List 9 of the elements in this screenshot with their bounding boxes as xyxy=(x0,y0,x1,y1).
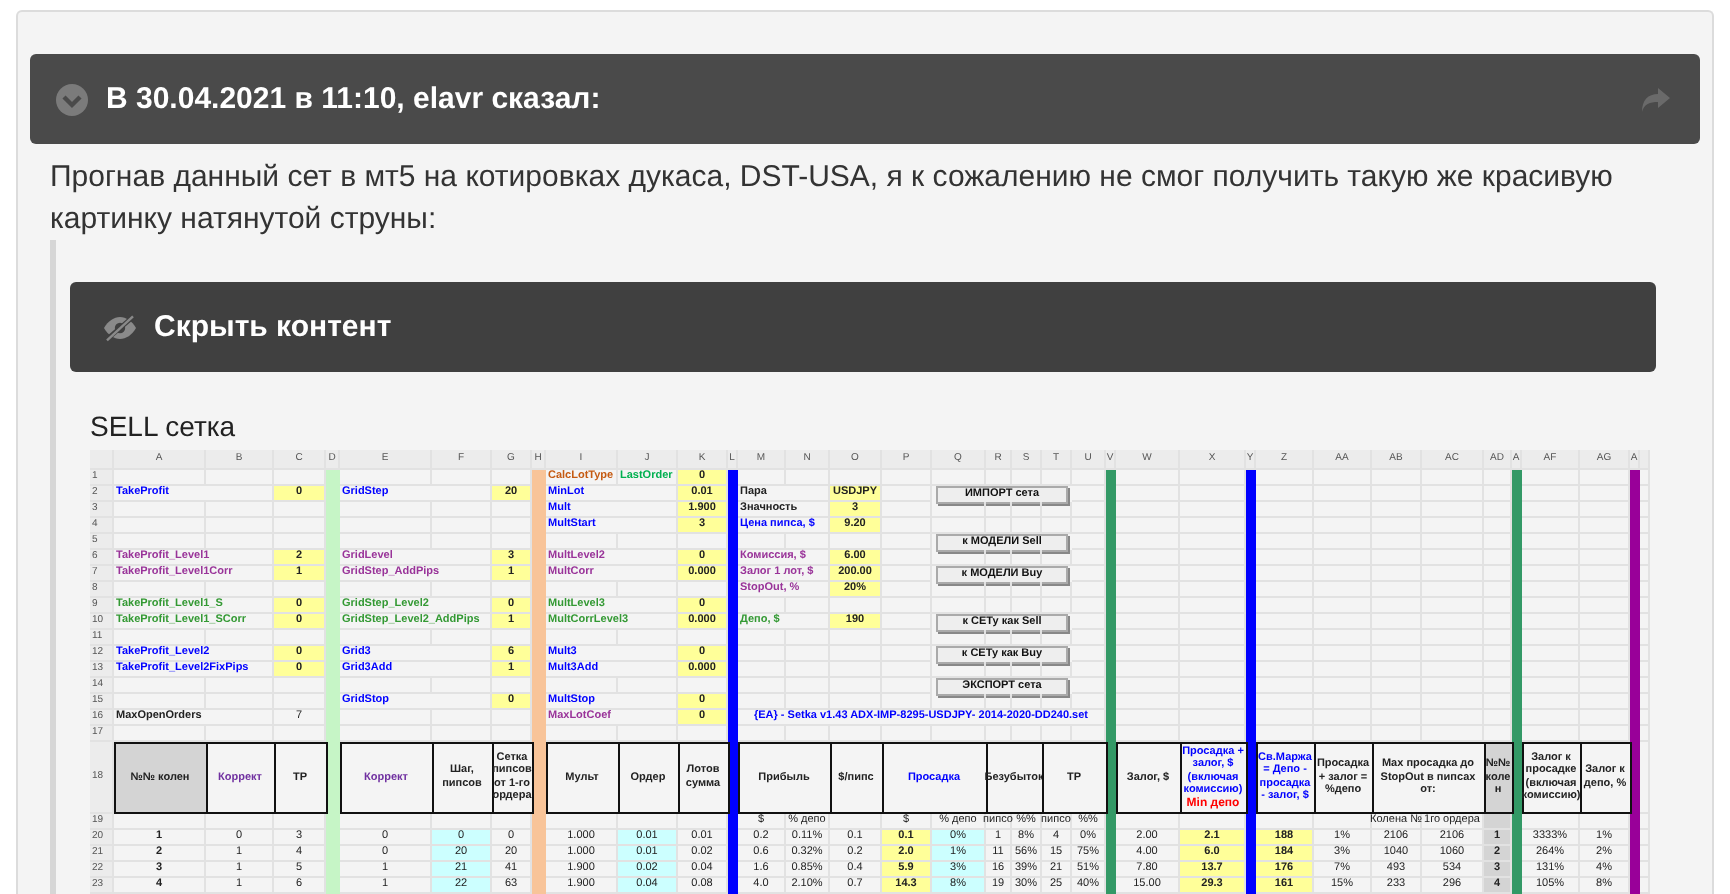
column-header[interactable] xyxy=(1640,450,1650,470)
share-icon[interactable] xyxy=(1640,85,1672,113)
post-text: Прогнав данный сет в мт5 на котировках дукаса, DST-USA, я к сожалению не смог получить такую же красивую картинку натянутой струны: xyxy=(50,158,1615,240)
quote-author: В 30.04.2021 в 11:10, elavr сказал: xyxy=(106,82,603,116)
hide-content-button[interactable]: Скрыть контент xyxy=(102,310,392,344)
chevron-down-icon[interactable] xyxy=(54,81,90,117)
eye-slash-icon xyxy=(102,313,138,341)
empty-cell xyxy=(830,813,882,829)
content-title: SELL сетка xyxy=(90,410,236,442)
